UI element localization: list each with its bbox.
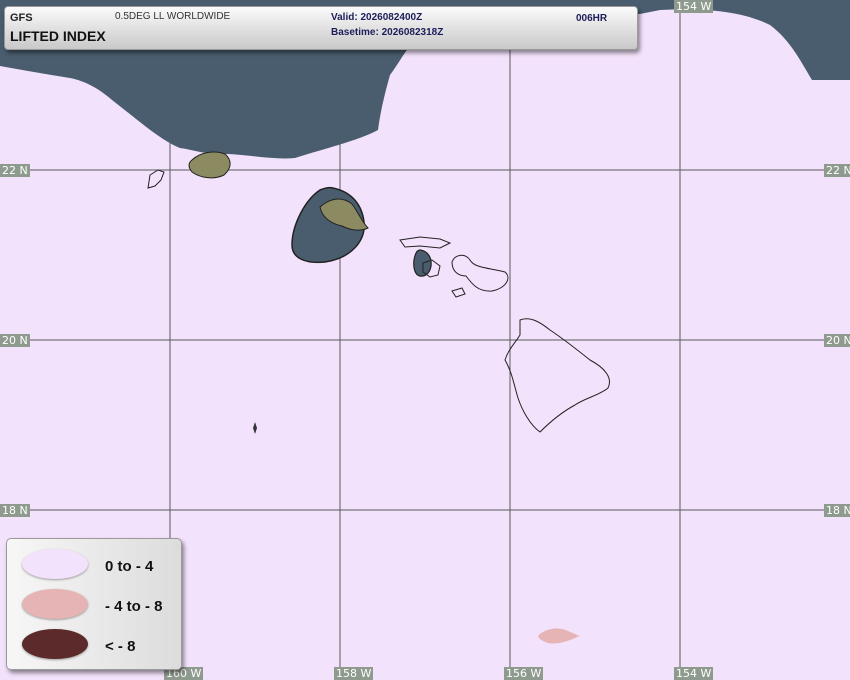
lat-label-18n-right: 18 N: [824, 504, 850, 517]
lat-label-20n-right: 20 N: [824, 334, 850, 347]
legend-item: < - 8: [7, 625, 181, 665]
island-hawaii: [504, 318, 610, 433]
model-name: GFS: [10, 12, 33, 24]
islands: [147, 151, 610, 433]
lat-label-18n-left: 18 N: [0, 504, 30, 517]
lon-label-154w-bottom: 154 W: [674, 667, 714, 680]
lon-label-158w-bottom: 158 W: [334, 667, 374, 680]
small-feature-west: [253, 422, 257, 434]
legend-panel: 0 to - 4 - 4 to - 8 < - 8: [6, 538, 182, 670]
lon-label-154w-top: 154 W: [674, 0, 714, 13]
base-time: Basetime: 2026082318Z: [331, 27, 444, 38]
legend-label: 0 to - 4: [105, 558, 154, 575]
mid-instability-patch: [538, 628, 580, 644]
lon-label-156w-bottom: 156 W: [504, 667, 544, 680]
island-kauai: [188, 151, 231, 179]
island-kahoolawe: [451, 287, 466, 298]
legend-item: - 4 to - 8: [7, 585, 181, 625]
legend-label: < - 8: [105, 638, 136, 655]
forecast-hour: 006HR: [576, 13, 608, 24]
lat-label-22n-left: 22 N: [0, 164, 30, 177]
lat-label-22n-right: 22 N: [824, 164, 850, 177]
grid-resolution: 0.5DEG LL WORLDWIDE: [115, 11, 231, 22]
legend-swatch: [22, 589, 88, 619]
island-molokai: [399, 236, 452, 249]
island-niihau: [147, 169, 165, 189]
product-title: LIFTED INDEX: [10, 28, 106, 44]
valid-time: Valid: 2026082400Z: [331, 12, 423, 23]
lat-label-20n-left: 20 N: [0, 334, 30, 347]
island-maui: [451, 254, 509, 292]
stable-region-lanai: [413, 249, 432, 277]
title-panel: GFS 0.5DEG LL WORLDWIDE LIFTED INDEX Val…: [4, 6, 638, 50]
legend-item: 0 to - 4: [7, 545, 181, 585]
legend-label: - 4 to - 8: [105, 598, 163, 615]
legend-swatch: [22, 629, 88, 659]
legend-swatch: [22, 549, 88, 579]
